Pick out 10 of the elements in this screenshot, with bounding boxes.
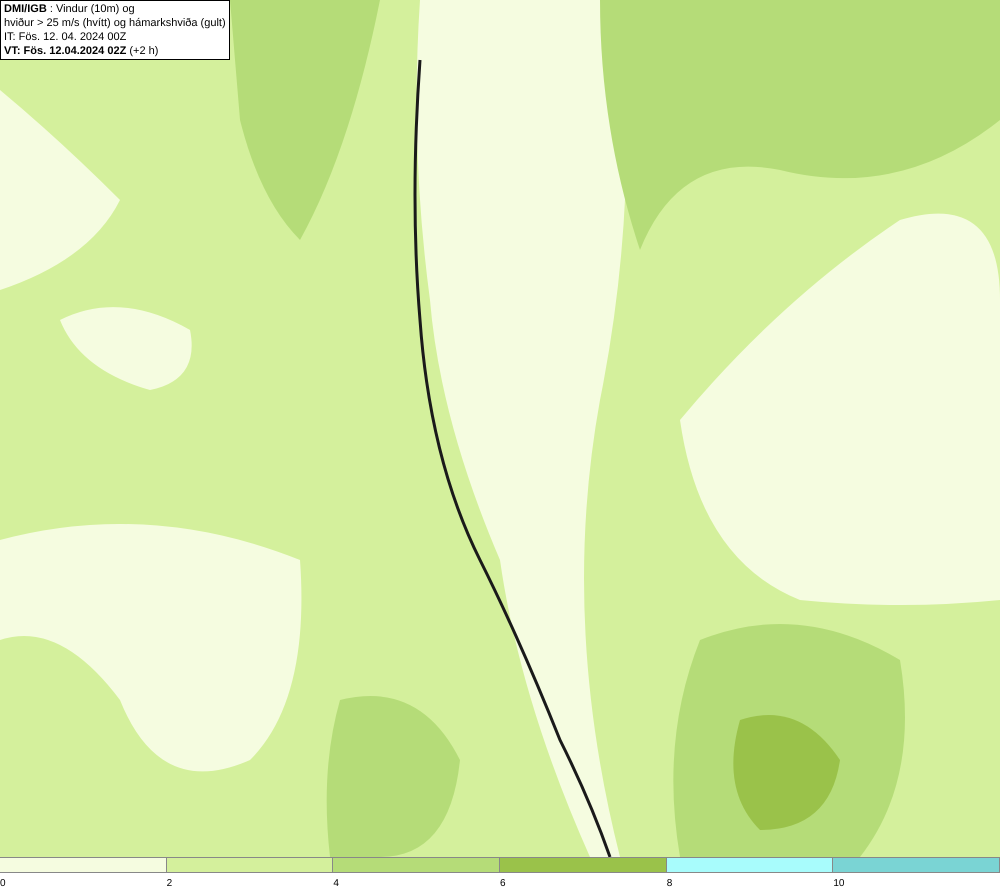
title-text: hviður > 25 m/s (hvítt) og hámarkshviða (gult) — [4, 16, 226, 30]
legend-label: 0 — [0, 878, 6, 887]
legend-label: 8 — [666, 878, 672, 887]
title-text: IT: Fös. 12. 04. 2024 00Z — [4, 30, 128, 44]
title-text: VT: Fös. 12.04.2024 02Z (+2 h) — [4, 44, 160, 58]
legend-label: 6 — [500, 878, 506, 887]
legend-label: 10 — [833, 878, 844, 887]
legend-label: 2 — [166, 878, 172, 887]
title-text: DMI/IGB : Vindur (10m) og — [4, 2, 136, 16]
legend-label: 4 — [333, 878, 339, 887]
